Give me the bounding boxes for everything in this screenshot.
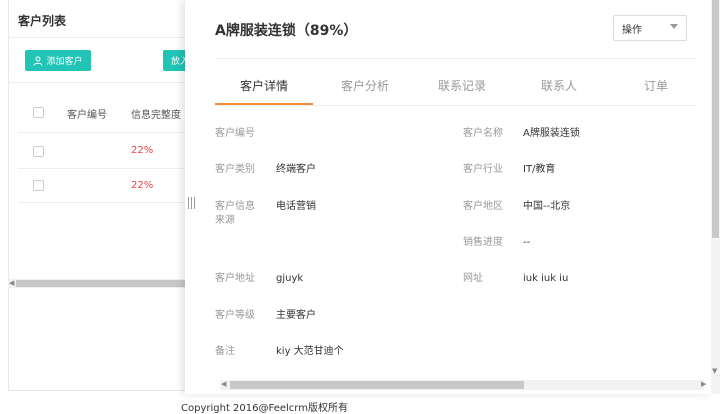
field-label-customer-address: 客户地址 bbox=[215, 273, 255, 284]
resize-handle-icon[interactable] bbox=[188, 197, 196, 209]
divider bbox=[8, 82, 188, 83]
field-label-info-source: 客户信息来源 bbox=[215, 201, 255, 226]
list-scroll-thumb[interactable] bbox=[16, 280, 188, 287]
field-value-customer-level: 主要客户 bbox=[276, 310, 316, 321]
field-label-customer-number: 客户编号 bbox=[215, 128, 255, 139]
field-value-customer-region: 中国--北京 bbox=[523, 201, 571, 212]
tab-contact-records[interactable]: 联系记录 bbox=[422, 77, 502, 94]
tab-customer-detail[interactable]: 客户详情 bbox=[215, 77, 313, 94]
tab-orders[interactable]: 订单 bbox=[621, 77, 691, 94]
field-label-website: 网址 bbox=[463, 273, 483, 284]
row-checkbox[interactable] bbox=[33, 180, 44, 191]
row-divider bbox=[18, 168, 188, 169]
drawer-title: A牌服装连锁（89%） bbox=[215, 23, 358, 39]
customer-detail-drawer: A牌服装连锁（89%） 操作 客户详情 客户分析 联系记录 联系人 订单 客户编… bbox=[185, 0, 711, 394]
user-icon bbox=[33, 56, 43, 66]
copyright-text: Copyright 2016@Feelcrm版权所有 bbox=[181, 403, 348, 414]
operation-select[interactable]: 操作 bbox=[613, 15, 687, 41]
divider bbox=[215, 105, 697, 106]
field-value-website: iuk iuk iu bbox=[523, 273, 569, 284]
field-value-remark: kiy 大范甘迪个 bbox=[276, 346, 344, 357]
column-header-number: 客户编号 bbox=[67, 110, 107, 121]
add-customer-label: 添加客户 bbox=[46, 57, 83, 67]
divider bbox=[8, 37, 188, 38]
field-label-customer-region: 客户地区 bbox=[463, 201, 503, 212]
field-label-customer-level: 客户等级 bbox=[215, 310, 255, 321]
field-value-sales-progress: -- bbox=[523, 237, 531, 248]
row-checkbox[interactable] bbox=[33, 146, 44, 157]
scroll-left-icon[interactable]: ◀ bbox=[9, 279, 14, 287]
field-value-info-source: 电话营销 bbox=[276, 201, 316, 212]
field-value-customer-type: 终端客户 bbox=[276, 164, 316, 175]
field-label-customer-type: 客户类别 bbox=[215, 164, 255, 175]
chevron-down-icon bbox=[670, 24, 678, 29]
scroll-right-icon[interactable]: ▶ bbox=[701, 380, 706, 388]
tab-contacts[interactable]: 联系人 bbox=[519, 77, 599, 94]
field-label-remark: 备注 bbox=[215, 346, 235, 357]
field-value-customer-name: A牌服装连锁 bbox=[523, 128, 580, 139]
divider bbox=[215, 58, 697, 59]
field-value-customer-industry: IT/教育 bbox=[523, 164, 556, 175]
tab-customer-analysis[interactable]: 客户分析 bbox=[325, 77, 405, 94]
field-label-customer-name: 客户名称 bbox=[463, 128, 503, 139]
operation-select-value: 操作 bbox=[622, 24, 642, 36]
page-scroll-thumb[interactable] bbox=[712, 0, 719, 238]
field-value-customer-address: gjuyk bbox=[276, 273, 304, 284]
field-label-sales-progress: 销售进度 bbox=[463, 237, 503, 248]
scroll-down-icon[interactable]: ▼ bbox=[712, 367, 717, 375]
completeness-value: 22% bbox=[131, 145, 154, 156]
column-header-completeness: 信息完整度 bbox=[131, 110, 181, 121]
drawer-scroll-thumb[interactable] bbox=[230, 381, 524, 389]
row-divider bbox=[18, 202, 188, 203]
row-divider bbox=[18, 132, 188, 133]
add-customer-button[interactable]: 添加客户 bbox=[25, 50, 91, 71]
select-all-checkbox[interactable] bbox=[33, 107, 44, 118]
completeness-value: 22% bbox=[131, 180, 154, 191]
field-label-customer-industry: 客户行业 bbox=[463, 164, 503, 175]
page-title: 客户列表 bbox=[18, 14, 67, 28]
scroll-left-icon[interactable]: ◀ bbox=[221, 380, 226, 388]
